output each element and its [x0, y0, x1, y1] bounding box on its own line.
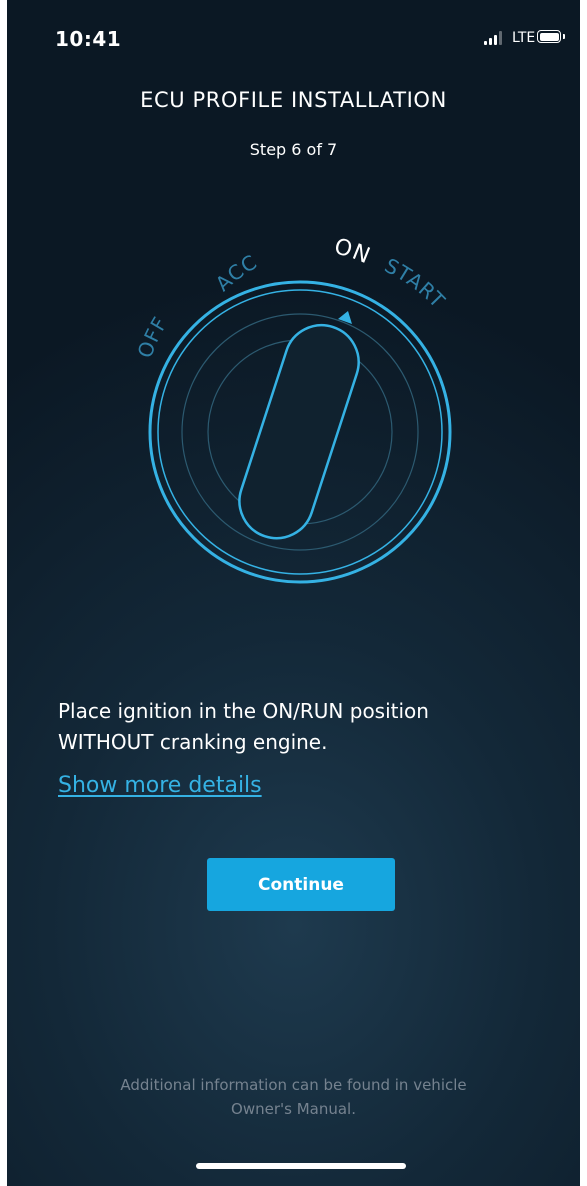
svg-text:OFF: OFF — [132, 312, 172, 361]
footer-note-line-2: Owner's Manual. — [231, 1100, 356, 1118]
home-indicator[interactable] — [196, 1163, 406, 1169]
instruction-text: Place ignition in the ON/RUN position WI… — [58, 696, 548, 758]
instruction-line-2: WITHOUT cranking engine. — [58, 730, 328, 754]
footer-note-line-1: Additional information can be found in v… — [120, 1076, 467, 1094]
instruction-line-1: Place ignition in the ON/RUN position — [58, 699, 429, 723]
position-label-off: OFF — [132, 312, 171, 361]
svg-text:START: START — [381, 253, 450, 313]
position-pointer-icon — [338, 311, 352, 324]
footer-note: Additional information can be found in v… — [7, 1073, 580, 1121]
continue-button[interactable]: Continue — [207, 858, 395, 911]
ignition-key-slot — [238, 324, 360, 540]
svg-text:ON: ON — [332, 234, 375, 269]
position-label-on: ON — [332, 234, 374, 269]
ignition-switch-illustration: OFF ACC ON START — [132, 234, 452, 584]
app-screen: 10:41 LTE ECU PROFILE INSTALLATION Step … — [7, 0, 580, 1186]
position-label-start: START — [381, 253, 449, 313]
show-more-details-link[interactable]: Show more details — [58, 773, 262, 798]
